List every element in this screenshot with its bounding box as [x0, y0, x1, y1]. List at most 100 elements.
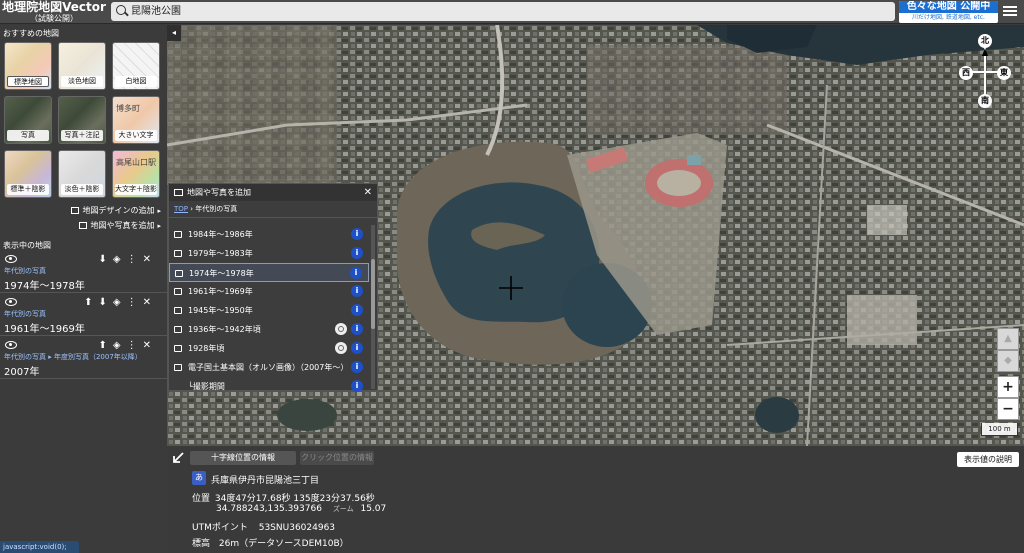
info-icon[interactable]: i [351, 285, 363, 297]
zoom-icon[interactable] [335, 342, 347, 354]
tilt-reset-button[interactable]: ◆ [997, 350, 1019, 372]
position-row: 位置 34度47分17.68秒 135度23分37.56秒 [192, 491, 375, 504]
zoom-in-button[interactable]: + [997, 376, 1019, 398]
compass-south: 南 [978, 94, 992, 108]
explain-values-button[interactable]: 表示値の説明 [957, 452, 1019, 467]
image-icon [174, 250, 182, 257]
info-icon[interactable]: i [351, 304, 363, 316]
search-value: 昆陽池公園 [131, 6, 181, 17]
eye-icon[interactable] [5, 255, 17, 263]
tile-blank[interactable]: 白地図 [112, 42, 160, 90]
compass[interactable]: 北 西 東 南 [959, 34, 1011, 108]
address-badge[interactable]: あ [192, 471, 206, 485]
status-bar: javascript:void(0); [0, 541, 79, 553]
zoom-out-button[interactable]: − [997, 398, 1019, 420]
layer-list: 1984年〜1986年 i 1979年〜1983年 i 1974年〜1978年 i 1… [169, 225, 369, 396]
scrollbar[interactable] [371, 225, 375, 389]
position-decimal-row: 34.788243,135.393766 ズーム 15.07 [216, 504, 386, 514]
zoom-label: ズーム [332, 505, 354, 513]
info-icon[interactable]: i [351, 247, 363, 259]
tile-standard[interactable]: 標準地図 [4, 42, 52, 90]
eye-icon[interactable] [5, 298, 17, 306]
image-icon [174, 326, 182, 333]
image-icon [174, 364, 182, 371]
zoom-value: 15.07 [360, 504, 387, 514]
tab-crosshair-info[interactable]: 十字線位置の情報 [190, 451, 296, 465]
tilt-up-button[interactable]: ▲ [997, 328, 1019, 350]
list-item[interactable]: 電子国土基本図（オルソ画像）（2007年〜） i [169, 358, 369, 377]
scale-bar: 100 m [981, 423, 1018, 436]
image-icon [174, 307, 182, 314]
tile-large-text-relief[interactable]: 高尾山口駅 大文字＋陰影 [112, 150, 160, 198]
list-item[interactable]: 1961年〜1969年 i [169, 282, 369, 301]
add-design-link[interactable]: 地図デザインの追加 ▸ [71, 205, 161, 216]
layer-item[interactable]: ⬆◈⋮✕ 年代別の写真 ▸ 年度別写真（2007年以降） 2007年 [0, 337, 167, 379]
image-icon [79, 222, 88, 229]
compass-north: 北 [978, 34, 992, 48]
compass-west: 西 [959, 66, 973, 80]
list-item[interactable]: └撮影期間 i [169, 377, 369, 396]
add-layer-dialog: 地図や写真を追加 ✕ TOP › 年代別の写真 1984年〜1986年 i 197… [168, 183, 378, 392]
compass-east: 東 [997, 66, 1011, 80]
layer-item[interactable]: ⬆⬇◈⋮✕ 年代別の写真 1961年〜1969年 [0, 294, 167, 336]
tile-photo[interactable]: 写真 [4, 96, 52, 144]
promo-banner[interactable]: 色々な地図 公開中 川だけ地図, 鉄道地図, etc. [899, 1, 998, 23]
info-icon[interactable]: i [351, 323, 363, 335]
zoom-icon[interactable] [335, 323, 347, 335]
layer-tools[interactable]: ⬆◈⋮✕ [99, 340, 157, 351]
info-icon[interactable]: i [351, 342, 363, 354]
list-item[interactable]: 1979年〜1983年 i [169, 244, 369, 263]
list-item[interactable]: 1974年〜1978年 i [169, 263, 369, 282]
promo-sub: 川だけ地図, 鉄道地図, etc. [912, 14, 985, 21]
list-item[interactable]: 1936年〜1942年頃 i [169, 320, 369, 339]
app-title: 地理院地図Vector [2, 0, 106, 14]
image-icon [174, 231, 182, 238]
image-icon [174, 288, 182, 295]
info-panel: 十字線位置の情報 クリック位置の情報 表示値の説明 あ 兵庫県伊丹市昆陽池三丁目… [167, 446, 1024, 553]
list-item[interactable]: 1984年〜1986年 i [169, 225, 369, 244]
dialog-title: 地図や写真を追加 [187, 188, 251, 197]
address: 兵庫県伊丹市昆陽池三丁目 [211, 476, 320, 486]
list-item[interactable]: 1928年頃 i [169, 339, 369, 358]
breadcrumb-current: 年代別の写真 [195, 205, 238, 213]
utm-value: 53SNU36024963 [258, 523, 336, 533]
info-icon[interactable]: i [351, 380, 363, 392]
tab-click-info[interactable]: クリック位置の情報 [300, 451, 374, 465]
collapse-panel-button[interactable]: ◂ [167, 25, 181, 41]
layer-tools[interactable]: ⬇◈⋮✕ [99, 254, 157, 265]
info-icon[interactable]: i [350, 267, 362, 279]
elevation-label: 標高 [192, 539, 211, 549]
list-item[interactable]: 1945年〜1950年 i [169, 301, 369, 320]
info-icon[interactable]: i [351, 361, 363, 373]
breadcrumb-top[interactable]: TOP [174, 205, 188, 213]
promo-main: 色々な地図 公開中 [899, 1, 998, 13]
layer-tools[interactable]: ⬆⬇◈⋮✕ [84, 297, 157, 308]
tile-pale[interactable]: 淡色地図 [58, 42, 106, 90]
eye-icon[interactable] [5, 341, 17, 349]
layer-item[interactable]: ⬇◈⋮✕ 年代別の写真 1974年〜1978年 [0, 251, 167, 293]
tile-large-text[interactable]: 博多町 大きい文字 [112, 96, 160, 144]
breadcrumb: TOP › 年代別の写真 [169, 201, 377, 218]
left-panel: おすすめの地図 標準地図 淡色地図 白地図 写真 写真＋注記 博多町 大きい文字 … [0, 25, 167, 553]
top-bar: 地理院地図Vector （試験公開） 昆陽池公園 色々な地図 公開中 川だけ地図… [0, 0, 1024, 24]
image-icon [174, 345, 182, 352]
info-icon[interactable]: i [351, 228, 363, 240]
dialog-header: 地図や写真を追加 ✕ [169, 184, 377, 201]
image-icon [175, 270, 183, 277]
menu-icon[interactable] [1002, 4, 1018, 20]
chevron-right-icon: ▸ [157, 207, 161, 215]
tile-standard-relief[interactable]: 標準＋陰影 [4, 150, 52, 198]
list-icon [71, 207, 80, 214]
tile-photo-labels[interactable]: 写真＋注記 [58, 96, 106, 144]
search-icon [116, 5, 126, 15]
tile-pale-relief[interactable]: 淡色＋陰影 [58, 150, 106, 198]
app-logo[interactable]: 地理院地図Vector （試験公開） [0, 0, 108, 24]
add-layer-link[interactable]: 地図や写真を追加 ▸ [79, 220, 161, 231]
position-label: 位置 [192, 494, 211, 504]
elevation-row: 標高 26m（データソースDEM10B） [192, 536, 349, 549]
search-input[interactable]: 昆陽池公園 [111, 2, 895, 21]
position-dms: 34度47分17.68秒 135度23分37.56秒 [214, 494, 375, 504]
close-icon[interactable]: ✕ [364, 184, 372, 201]
arrow-down-left-icon[interactable] [172, 452, 184, 464]
chevron-right-icon: ▸ [157, 222, 161, 230]
